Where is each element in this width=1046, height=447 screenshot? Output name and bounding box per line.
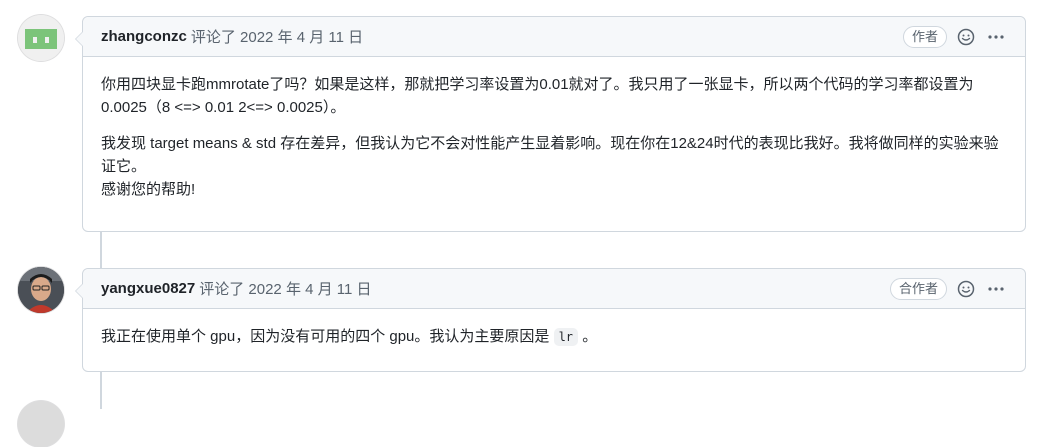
- comment-timestamp[interactable]: 评论了 2022 年 4 月 11 日: [199, 278, 371, 299]
- kebab-menu-icon[interactable]: [985, 26, 1007, 48]
- comment-header: zhangconzc 评论了 2022 年 4 月 11 日 作者: [83, 17, 1025, 57]
- profile-photo-image: [18, 267, 64, 313]
- comment-body: 我正在使用单个 gpu，因为没有可用的四个 gpu。我认为主要原因是 lr 。: [83, 309, 1025, 363]
- comment-card: yangxue0827 评论了 2022 年 4 月 11 日 合作者 我正在使…: [75, 268, 1026, 372]
- avatar-next-comment[interactable]: [18, 401, 64, 447]
- comment-paragraph: 我正在使用单个 gpu，因为没有可用的四个 gpu。我认为主要原因是 lr 。: [101, 325, 1007, 349]
- comment-text: 。: [582, 328, 598, 345]
- comment-header: yangxue0827 评论了 2022 年 4 月 11 日 合作者: [83, 269, 1025, 309]
- timeline-connector: [100, 371, 102, 409]
- smiley-icon[interactable]: [955, 26, 977, 48]
- avatar-yangxue0827[interactable]: [18, 267, 64, 313]
- comment-line: 感谢您的帮助!: [101, 181, 196, 198]
- author-badge: 作者: [902, 25, 947, 48]
- comment-author[interactable]: yangxue0827: [101, 280, 195, 297]
- comment-line: 我发现 target means & std 存在差异，但我认为它不会对性能产生…: [101, 135, 999, 175]
- smiley-icon[interactable]: [955, 278, 977, 300]
- collaborator-badge: 合作者: [889, 277, 947, 300]
- comment-card: zhangconzc 评论了 2022 年 4 月 11 日 作者 你用四块显卡…: [75, 16, 1026, 232]
- comment-author[interactable]: zhangconzc: [101, 28, 187, 45]
- inline-code: lr: [553, 328, 579, 346]
- comment-paragraph: 我发现 target means & std 存在差异，但我认为它不会对性能产生…: [101, 132, 1007, 201]
- comment-timestamp[interactable]: 评论了 2022 年 4 月 11 日: [191, 26, 363, 47]
- timeline-connector: [100, 231, 102, 271]
- comment-paragraph: 你用四块显卡跑mmrotate了吗？如果是这样，那就把学习率设置为0.01就对了…: [101, 76, 974, 116]
- identicon-image: [18, 15, 64, 61]
- comment-text: 我正在使用单个 gpu，因为没有可用的四个 gpu。我认为主要原因是: [101, 328, 550, 345]
- avatar-zhangconzc[interactable]: [18, 15, 64, 61]
- comment-body: 你用四块显卡跑mmrotate了吗？如果是这样，那就把学习率设置为0.01就对了…: [83, 57, 1025, 215]
- kebab-menu-icon[interactable]: [985, 278, 1007, 300]
